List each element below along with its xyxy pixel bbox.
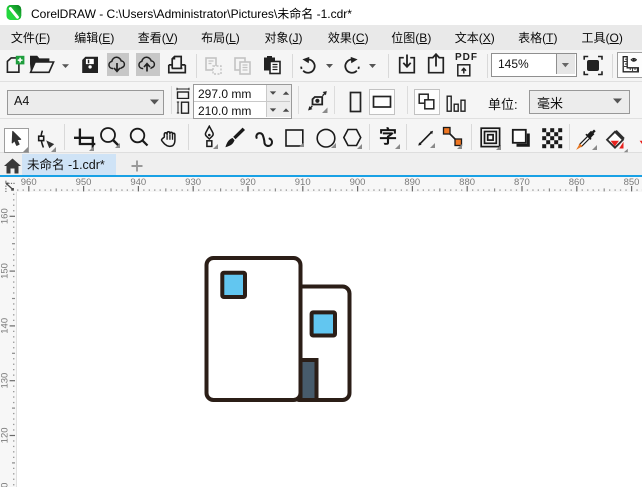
svg-text:860: 860: [569, 177, 585, 188]
svg-text:920: 920: [240, 177, 256, 188]
svg-text:880: 880: [459, 177, 475, 188]
svg-text:870: 870: [514, 177, 530, 188]
svg-text:900: 900: [350, 177, 366, 188]
svg-text:930: 930: [185, 177, 201, 188]
svg-text:950: 950: [76, 177, 92, 188]
svg-text:940: 940: [130, 177, 146, 188]
svg-text:960: 960: [21, 177, 37, 188]
svg-text:890: 890: [404, 177, 420, 188]
svg-text:850: 850: [624, 177, 640, 188]
svg-text:910: 910: [295, 177, 311, 188]
